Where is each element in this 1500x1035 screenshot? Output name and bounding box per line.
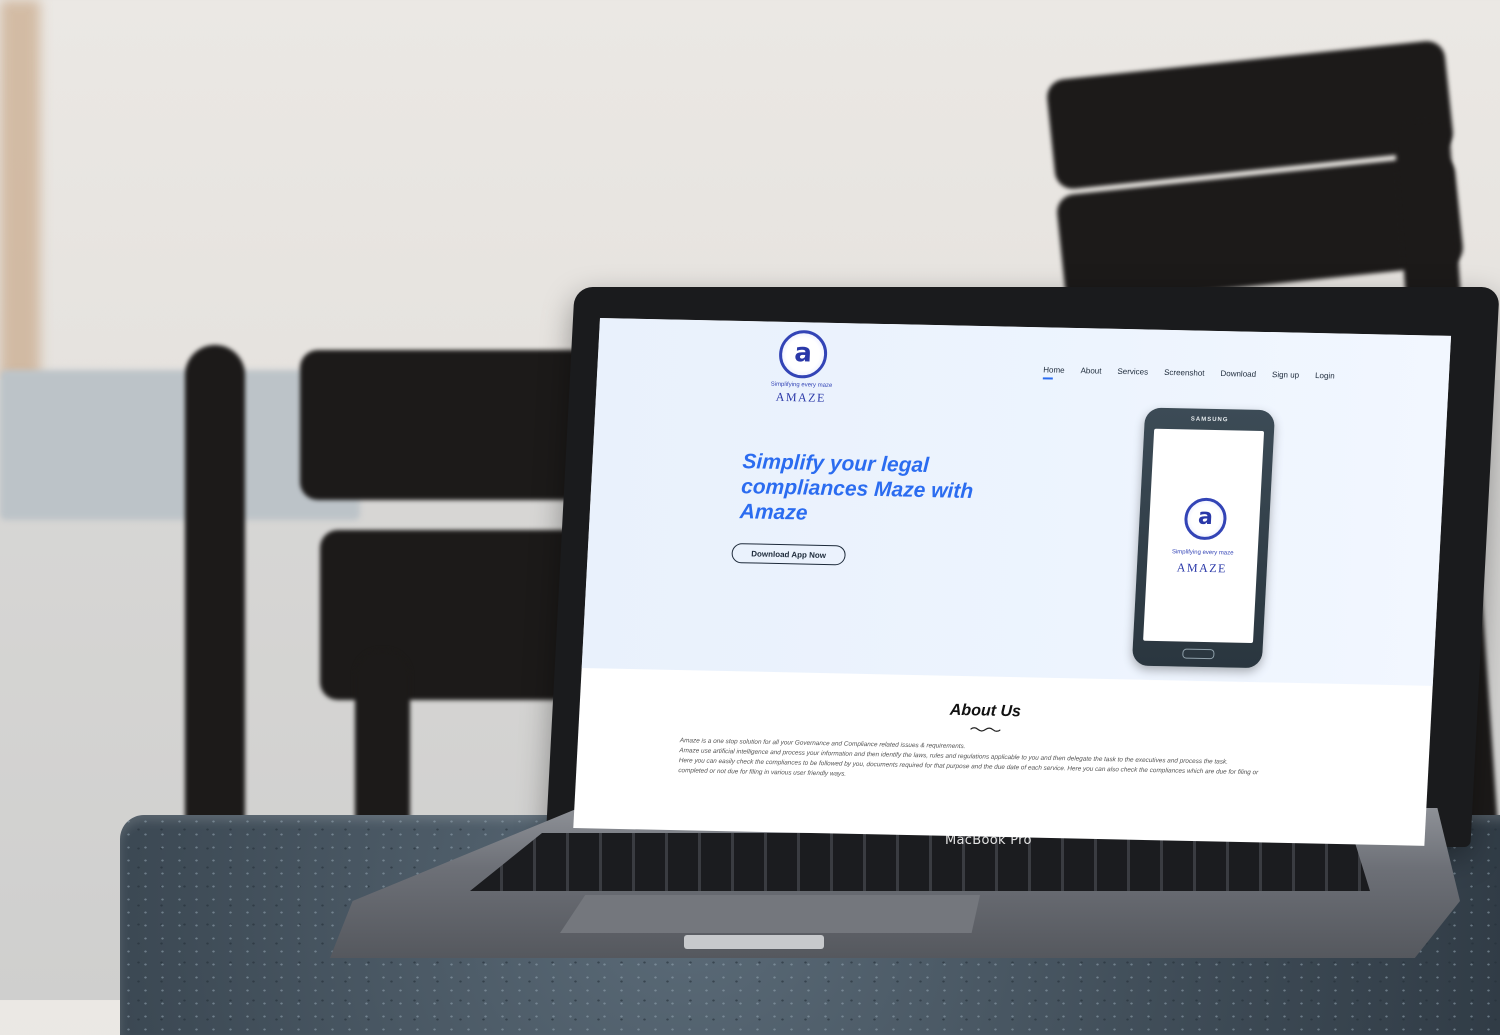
phone-mockup: SAMSUNG a Simplifying every maze AMAZE bbox=[1131, 407, 1276, 669]
nav-item-sign-up[interactable]: Sign up bbox=[1272, 370, 1300, 380]
chair-leg bbox=[185, 345, 245, 875]
nav-item-home[interactable]: Home bbox=[1043, 365, 1065, 374]
hero-section: a Simplifying every maze AMAZE Home Abou… bbox=[581, 318, 1452, 686]
logo-a-icon: a bbox=[777, 329, 829, 379]
laptop-lid-notch bbox=[684, 935, 824, 949]
phone-logo-a-icon: a bbox=[1183, 497, 1228, 541]
laptop-screen: a Simplifying every maze AMAZE Home Abou… bbox=[573, 318, 1452, 846]
laptop-trackpad bbox=[560, 895, 980, 933]
hero-headline: Simplify your legal compliances Maze wit… bbox=[739, 450, 974, 525]
logo-name: AMAZE bbox=[775, 389, 827, 405]
nav-item-screenshot[interactable]: Screenshot bbox=[1164, 368, 1205, 378]
phone-screen: a Simplifying every maze AMAZE bbox=[1143, 428, 1265, 644]
background-wall bbox=[0, 0, 40, 380]
phone-logo-name: AMAZE bbox=[1176, 560, 1228, 576]
download-app-button[interactable]: Download App Now bbox=[731, 543, 847, 566]
nav-item-about[interactable]: About bbox=[1080, 366, 1101, 375]
phone-home-button bbox=[1182, 648, 1215, 660]
main-nav: Home About Services Screenshot Download … bbox=[1043, 365, 1335, 380]
phone-brand-label: SAMSUNG bbox=[1190, 416, 1229, 424]
nav-item-services[interactable]: Services bbox=[1117, 367, 1148, 377]
about-title: About Us bbox=[949, 701, 1022, 721]
site-logo[interactable]: a Simplifying every maze AMAZE bbox=[760, 329, 844, 406]
nav-item-download[interactable]: Download bbox=[1220, 369, 1256, 379]
logo-tagline: Simplifying every maze bbox=[770, 381, 833, 389]
phone-logo-tagline: Simplifying every maze bbox=[1171, 549, 1234, 557]
about-text: Amaze is a one stop solution for all you… bbox=[678, 736, 1279, 789]
about-squiggle-divider bbox=[970, 727, 1001, 732]
nav-item-login[interactable]: Login bbox=[1315, 371, 1335, 380]
